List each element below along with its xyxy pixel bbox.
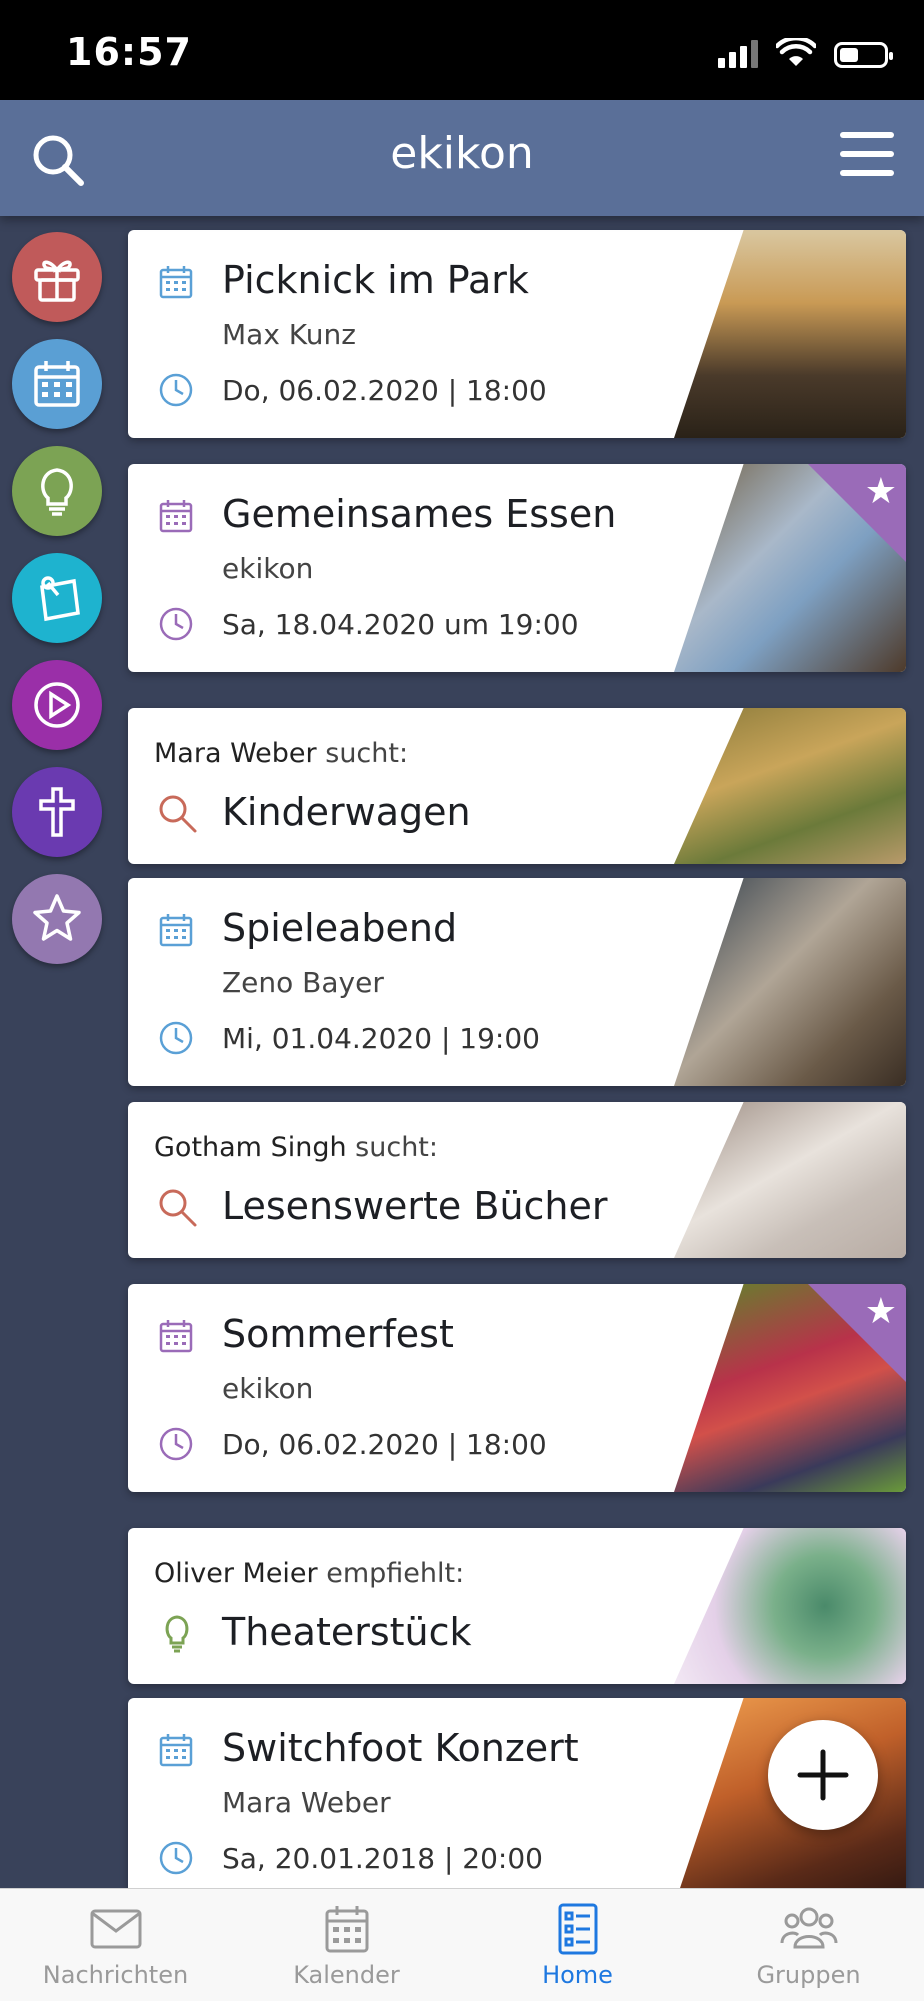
clock-icon <box>159 1021 193 1055</box>
app-title: ekikon <box>390 128 534 179</box>
calendar-icon <box>159 1734 193 1767</box>
request-line: Oliver Meier empfiehlt: <box>154 1558 464 1589</box>
tab-groups-label: Gruppen <box>756 1961 861 1989</box>
cross-icon <box>39 787 75 837</box>
battery-icon <box>834 42 893 68</box>
app-header: ekikon <box>0 100 924 216</box>
clock-icon <box>159 607 193 641</box>
bottom-nav: Nachrichten Kalender Home Gruppen <box>0 1888 924 2001</box>
request-title: Lesenswerte Bücher <box>222 1184 608 1228</box>
tab-groups[interactable]: Gruppen <box>693 1889 924 2001</box>
wifi-icon <box>776 38 816 66</box>
event-datetime: Do, 06.02.2020 | 18:00 <box>222 374 547 407</box>
event-organizer: ekikon <box>222 552 314 585</box>
request-title: Theaterstück <box>222 1610 472 1654</box>
rail-gift-button[interactable] <box>12 232 102 322</box>
add-button[interactable] <box>768 1720 878 1830</box>
recommendation-card[interactable]: Oliver Meier empfiehlt: Theaterstück <box>128 1528 906 1684</box>
star-icon: ★ <box>864 1291 897 1332</box>
event-card[interactable]: ★ Gemeinsames Essen ekikon Sa, 18.04.202… <box>128 464 906 672</box>
clock-icon <box>159 1841 193 1875</box>
event-datetime: Do, 06.02.2020 | 18:00 <box>222 1428 547 1461</box>
event-card[interactable]: ★ Sommerfest ekikon Do, 06.02.2020 | 18:… <box>128 1284 906 1492</box>
event-title: Picknick im Park <box>222 258 529 302</box>
request-verb: sucht: <box>325 738 409 769</box>
event-card[interactable]: Picknick im Park Max Kunz Do, 06.02.2020… <box>128 230 906 438</box>
group-icon <box>780 1907 837 1949</box>
calendar-icon <box>34 361 80 407</box>
gift-icon <box>34 260 80 302</box>
event-datetime: Mi, 01.04.2020 | 19:00 <box>222 1022 540 1055</box>
request-card[interactable]: Mara Weber sucht: Kinderwagen <box>128 708 906 864</box>
tab-messages-label: Nachrichten <box>42 1961 189 1989</box>
tab-calendar[interactable]: Kalender <box>231 1889 462 2001</box>
calendar-icon <box>159 500 193 533</box>
search-icon <box>159 1189 197 1227</box>
event-organizer: ekikon <box>222 1372 314 1405</box>
envelope-icon <box>90 1909 141 1949</box>
pinned-note-icon <box>40 576 80 622</box>
event-photo <box>674 230 906 438</box>
menu-icon[interactable] <box>840 132 894 176</box>
event-title: Sommerfest <box>222 1312 454 1356</box>
request-person: Oliver Meier <box>154 1558 318 1589</box>
event-organizer: Zeno Bayer <box>222 966 384 999</box>
status-bar: 16:57 <box>0 0 924 100</box>
rail-idea-button[interactable] <box>12 446 102 536</box>
request-verb: sucht: <box>355 1132 438 1163</box>
lightbulb-icon <box>165 1615 189 1653</box>
rail-notes-button[interactable] <box>12 553 102 643</box>
clock-icon <box>159 1427 193 1461</box>
request-card[interactable]: Gotham Singh sucht: Lesenswerte Bücher <box>128 1102 906 1258</box>
event-title: Spieleabend <box>222 906 458 950</box>
clock-icon <box>159 373 193 407</box>
event-organizer: Mara Weber <box>222 1786 391 1819</box>
calendar-icon <box>325 1906 368 1953</box>
request-line: Mara Weber sucht: <box>154 738 408 769</box>
calendar-icon <box>159 914 193 947</box>
status-time: 16:57 <box>66 30 192 74</box>
star-icon: ★ <box>864 471 897 512</box>
event-title: Switchfoot Konzert <box>222 1726 579 1770</box>
rail-calendar-button[interactable] <box>12 339 102 429</box>
recommendation-photo <box>674 1528 906 1684</box>
search-icon <box>159 795 197 833</box>
event-card[interactable]: Spieleabend Zeno Bayer Mi, 01.04.2020 | … <box>128 878 906 1086</box>
event-photo <box>674 878 906 1086</box>
request-person: Mara Weber <box>154 738 317 769</box>
category-rail <box>12 232 104 981</box>
request-person: Gotham Singh <box>154 1132 347 1163</box>
tab-messages[interactable]: Nachrichten <box>0 1889 231 2001</box>
star-icon <box>33 894 81 941</box>
status-icons <box>718 38 893 68</box>
tab-home-label: Home <box>542 1961 613 1989</box>
lightbulb-icon <box>41 468 73 516</box>
request-verb: empfiehlt: <box>326 1558 465 1589</box>
event-datetime: Sa, 20.01.2018 | 20:00 <box>222 1842 543 1875</box>
list-icon <box>558 1903 597 1955</box>
event-datetime: Sa, 18.04.2020 um 19:00 <box>222 608 579 641</box>
event-organizer: Max Kunz <box>222 318 356 351</box>
play-icon <box>34 682 80 728</box>
request-photo <box>674 1102 906 1258</box>
tab-calendar-label: Kalender <box>293 1961 400 1989</box>
request-photo <box>674 708 906 864</box>
rail-video-button[interactable] <box>12 660 102 750</box>
tab-home[interactable]: Home <box>462 1889 693 2001</box>
request-line: Gotham Singh sucht: <box>154 1132 438 1163</box>
rail-favorites-button[interactable] <box>12 874 102 964</box>
plus-icon <box>797 1749 849 1801</box>
cellular-signal-icon <box>718 40 758 68</box>
rail-faith-button[interactable] <box>12 767 102 857</box>
event-title: Gemeinsames Essen <box>222 492 617 536</box>
calendar-icon <box>159 1320 193 1353</box>
calendar-icon <box>159 266 193 299</box>
request-title: Kinderwagen <box>222 790 471 834</box>
